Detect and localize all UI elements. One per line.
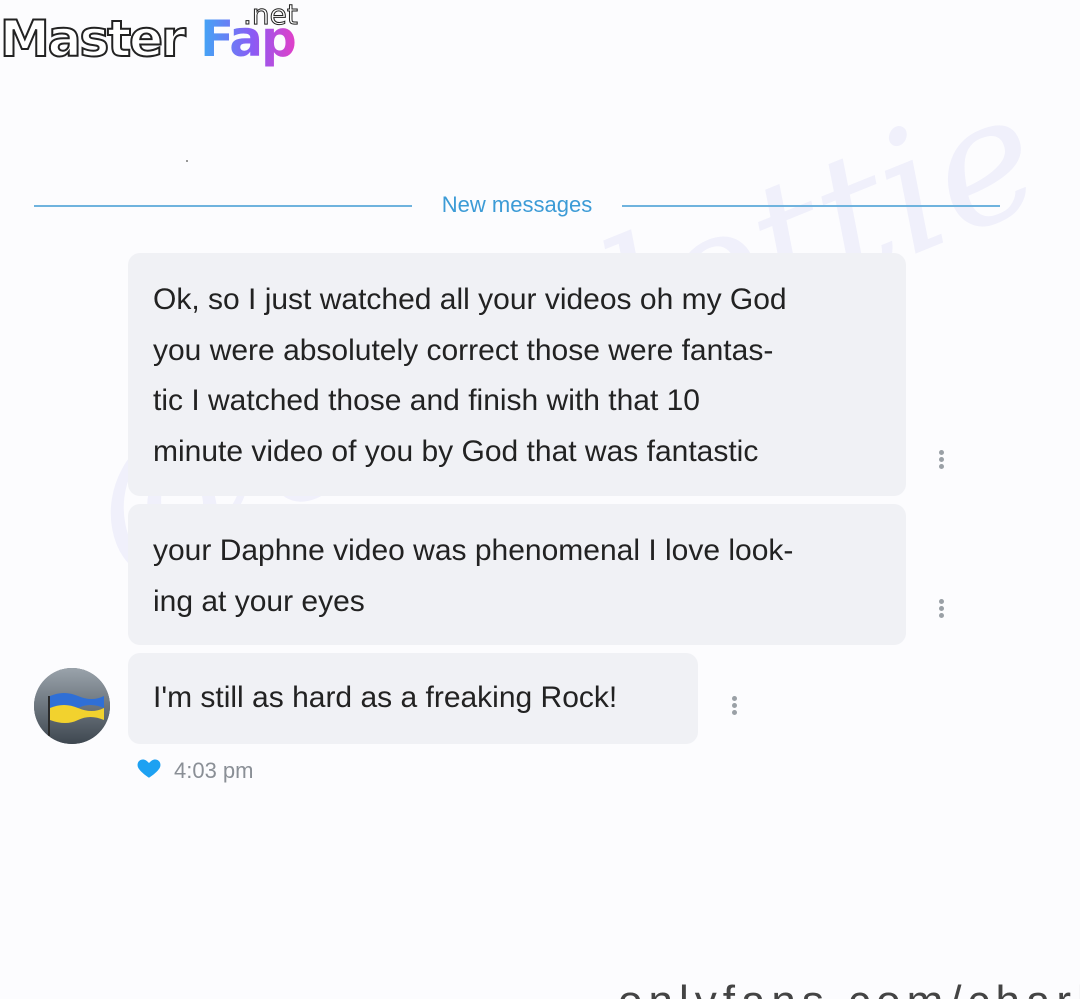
divider-line-left xyxy=(34,205,412,207)
message-text: Ok, so I just watched all your videos oh… xyxy=(153,283,787,468)
divider-line-right xyxy=(622,205,1000,207)
heart-icon[interactable] xyxy=(136,755,162,781)
message-bubble[interactable]: I'm still as hard as a freaking Rock! xyxy=(128,653,698,744)
site-logo: Master Fap .net xyxy=(0,0,310,84)
avatar[interactable] xyxy=(34,668,110,744)
more-vertical-icon[interactable] xyxy=(935,597,947,623)
message-timestamp: 4:03 pm xyxy=(174,758,254,783)
more-vertical-icon[interactable] xyxy=(935,448,947,474)
logo-text-net: .net xyxy=(243,0,299,32)
logo-text-master: Master xyxy=(0,9,187,69)
new-messages-divider: New messages xyxy=(34,190,1000,220)
message-text: your Daphne video was phenomenal I love … xyxy=(153,534,794,618)
stray-dot xyxy=(186,160,188,162)
message-text: I'm still as hard as a freaking Rock! xyxy=(153,681,618,714)
footer-url-fragment: onlyfans.com/charlottii xyxy=(618,975,1080,999)
message-bubble[interactable]: Ok, so I just watched all your videos oh… xyxy=(128,253,906,496)
message-bubble[interactable]: your Daphne video was phenomenal I love … xyxy=(128,504,906,645)
footer-url-text: onlyfans.com/charlottii xyxy=(618,977,1080,999)
divider-label: New messages xyxy=(441,192,593,217)
more-vertical-icon[interactable] xyxy=(728,694,740,720)
ukraine-flag-icon xyxy=(34,668,110,744)
